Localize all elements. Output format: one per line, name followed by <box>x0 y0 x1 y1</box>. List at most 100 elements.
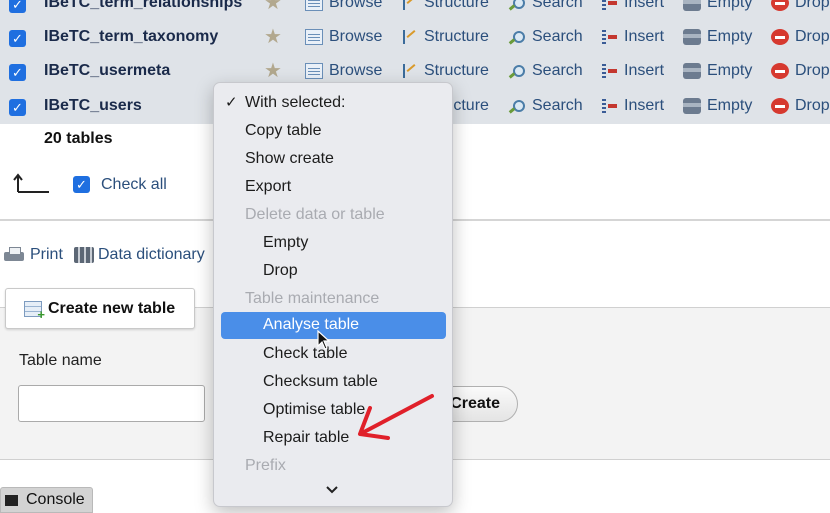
star-icon[interactable]: ★ <box>264 26 282 48</box>
insert-link[interactable]: Insert <box>600 62 664 80</box>
empty-label: Empty <box>707 0 753 11</box>
row-checkbox[interactable]: ✓ <box>9 64 26 81</box>
browse-label: Browse <box>329 0 383 11</box>
table-name-link[interactable]: IBeTC_term_relationships <box>44 0 242 12</box>
console-button[interactable]: Console <box>0 487 93 513</box>
checkmark-icon: ✓ <box>225 94 238 111</box>
insert-link[interactable]: Insert <box>600 28 664 46</box>
menu-item-analyse-table[interactable]: Analyse table <box>221 312 446 339</box>
search-icon <box>508 63 526 79</box>
bulk-arrow-icon <box>13 173 49 193</box>
empty-link[interactable]: Empty <box>683 97 752 115</box>
insert-link[interactable]: Insert <box>600 97 664 115</box>
data-dictionary-link[interactable]: Data dictionary <box>74 246 205 264</box>
search-link[interactable]: Search <box>508 28 583 46</box>
chevron-down-icon[interactable] <box>326 484 338 496</box>
drop-label: Drop <box>795 28 830 45</box>
table-count: 20 tables <box>44 130 113 147</box>
search-link[interactable]: Search <box>508 62 583 80</box>
insert-link[interactable]: Insert <box>600 0 664 12</box>
menu-item-export[interactable]: Export <box>214 174 454 200</box>
structure-link[interactable]: Structure <box>400 0 489 12</box>
insert-icon <box>600 29 618 45</box>
structure-link[interactable]: Structure <box>400 62 489 80</box>
search-link[interactable]: Search <box>508 97 583 115</box>
red-arrow-annotation <box>358 394 434 440</box>
drop-icon <box>771 98 789 114</box>
row-checkbox[interactable]: ✓ <box>9 99 26 116</box>
insert-label: Insert <box>624 62 665 79</box>
menu-group-label: Table maintenance <box>245 290 380 307</box>
console-icon <box>5 494 18 506</box>
menu-header: ✓ With selected: <box>214 90 454 116</box>
print-link[interactable]: Print <box>4 246 63 264</box>
empty-icon <box>683 29 701 45</box>
menu-item-label: Export <box>245 178 292 195</box>
drop-label: Drop <box>795 62 830 79</box>
menu-item-show-create[interactable]: Show create <box>214 146 454 172</box>
structure-icon <box>400 0 418 11</box>
browse-link[interactable]: Browse <box>305 0 382 12</box>
browse-link[interactable]: Browse <box>305 28 382 46</box>
check-all-label[interactable]: Check all <box>101 176 167 194</box>
empty-link[interactable]: Empty <box>683 0 752 12</box>
drop-label: Drop <box>795 97 830 114</box>
table-name-input[interactable] <box>18 385 205 422</box>
print-icon <box>4 247 24 263</box>
menu-item-check-table[interactable]: Check table <box>214 341 454 367</box>
structure-icon <box>400 29 418 45</box>
menu-item-label: Analyse table <box>263 316 360 333</box>
table-name-link[interactable]: IBeTC_usermeta <box>44 62 170 80</box>
drop-link[interactable]: Drop <box>771 28 830 46</box>
drop-icon <box>771 29 789 45</box>
structure-link[interactable]: Structure <box>400 28 489 46</box>
menu-group-label: Delete data or table <box>245 206 385 223</box>
insert-label: Insert <box>624 28 665 45</box>
menu-item-empty[interactable]: Empty <box>214 230 454 256</box>
tab-create-new-table[interactable]: Create new table <box>5 288 195 329</box>
empty-label: Empty <box>707 62 753 79</box>
menu-group-prefix: Prefix <box>214 453 454 479</box>
mouse-cursor-icon <box>317 330 331 350</box>
empty-icon <box>683 0 701 11</box>
empty-link[interactable]: Empty <box>683 62 752 80</box>
drop-icon <box>771 0 789 11</box>
drop-link[interactable]: Drop <box>771 97 830 115</box>
search-label: Search <box>532 0 583 11</box>
menu-item-label: Show create <box>245 150 334 167</box>
table-name-label: Table name <box>19 352 102 369</box>
star-icon[interactable]: ★ <box>264 0 282 14</box>
menu-item-drop[interactable]: Drop <box>214 258 454 284</box>
search-label: Search <box>532 28 583 45</box>
empty-link[interactable]: Empty <box>683 28 752 46</box>
data-dictionary-icon <box>74 247 94 263</box>
empty-icon <box>683 98 701 114</box>
insert-icon <box>600 98 618 114</box>
row-checkbox[interactable]: ✓ <box>9 30 26 47</box>
drop-label: Drop <box>795 0 830 11</box>
empty-label: Empty <box>707 28 753 45</box>
drop-link[interactable]: Drop <box>771 0 830 12</box>
menu-item-copy-table[interactable]: Copy table <box>214 118 454 144</box>
insert-label: Insert <box>624 97 665 114</box>
browse-link[interactable]: Browse <box>305 62 382 80</box>
print-label: Print <box>30 246 63 263</box>
drop-icon <box>771 63 789 79</box>
table-name-link[interactable]: IBeTC_term_taxonomy <box>44 28 218 46</box>
tab-create-label: Create new table <box>48 299 176 317</box>
browse-icon <box>305 63 323 79</box>
row-checkbox[interactable]: ✓ <box>9 0 26 13</box>
new-table-icon <box>24 300 45 322</box>
browse-icon <box>305 0 323 11</box>
drop-link[interactable]: Drop <box>771 62 830 80</box>
structure-label: Structure <box>424 0 489 11</box>
check-all-checkbox[interactable]: ✓ <box>73 176 90 193</box>
empty-icon <box>683 63 701 79</box>
search-icon <box>508 29 526 45</box>
structure-label: Structure <box>424 62 489 79</box>
browse-icon <box>305 29 323 45</box>
table-name-link[interactable]: IBeTC_users <box>44 97 142 115</box>
star-icon[interactable]: ★ <box>264 60 282 82</box>
search-link[interactable]: Search <box>508 0 583 12</box>
browse-label: Browse <box>329 28 383 45</box>
